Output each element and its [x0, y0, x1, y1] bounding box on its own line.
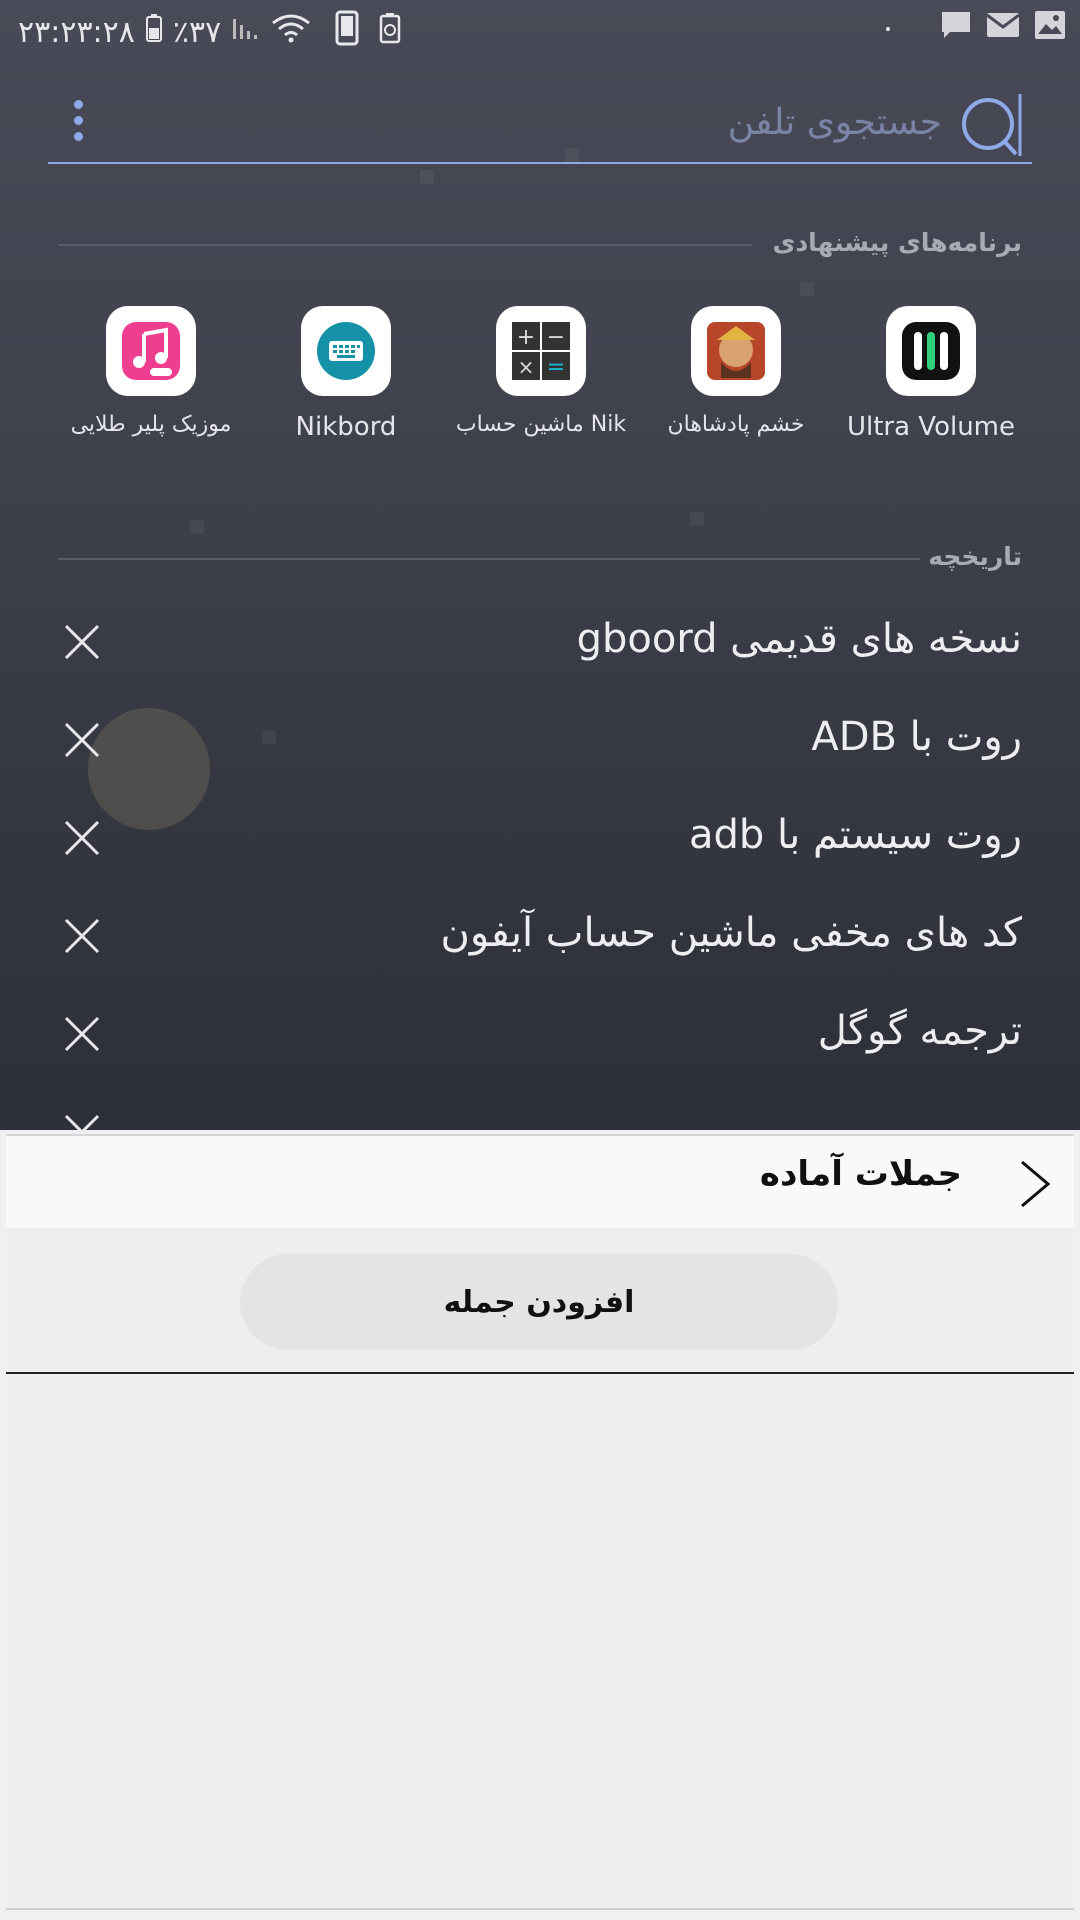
dot-icon	[886, 27, 890, 31]
chat-icon	[940, 10, 972, 48]
history-item-text[interactable]: روت سیستم با adb	[689, 812, 1022, 858]
phrases-header[interactable]: جملات آماده	[6, 1134, 1074, 1228]
close-icon[interactable]	[64, 1016, 100, 1052]
svg-text:−: −	[547, 325, 565, 350]
section-divider	[58, 558, 920, 560]
clock: ۲۳:۲۳:۲۸	[18, 14, 135, 50]
app-keyboard[interactable]: Nikbord	[246, 306, 446, 442]
app-label: خشم پادشاهان	[667, 412, 805, 437]
wifi-icon	[271, 13, 311, 51]
image-icon	[1034, 10, 1066, 48]
app-label: Nikbord	[295, 412, 397, 442]
history-item-text[interactable]: کد های مخفی ماشین حساب آیفون	[441, 910, 1022, 956]
close-icon[interactable]	[64, 1114, 100, 1130]
close-icon[interactable]	[64, 918, 100, 954]
phrases-body: افزودن جمله	[6, 1228, 1074, 1374]
music-icon	[106, 306, 196, 396]
svg-text:=: =	[547, 355, 565, 380]
app-label: Ultra Volume	[846, 412, 1016, 442]
search-bar	[48, 80, 1032, 164]
more-options-icon[interactable]	[72, 100, 84, 144]
suggested-apps-title: برنامه‌های پیشنهادی	[772, 228, 1022, 257]
status-left: ۲۳:۲۳:۲۸ ٪۳۷	[18, 10, 401, 54]
background-decoration	[420, 170, 434, 184]
app-label: ماشین حساب Nik	[455, 412, 627, 437]
history-item[interactable]: روت سیستم با adb	[0, 794, 1080, 892]
chevron-right-icon[interactable]	[1018, 1160, 1052, 1208]
recycle-battery-icon	[379, 12, 401, 52]
background-decoration	[190, 520, 204, 534]
app-label: موزیک پلیر طلایی	[70, 412, 232, 437]
search-icon[interactable]	[958, 86, 1024, 156]
status-bar: ۲۳:۲۳:۲۸ ٪۳۷	[0, 0, 1080, 60]
search-input[interactable]	[182, 94, 942, 150]
history-item-text[interactable]: نسخه های قدیمی gboord	[577, 616, 1022, 662]
signal-icon	[231, 13, 261, 51]
history-title: تاریخچه	[928, 542, 1022, 571]
app-game[interactable]: خشم پادشاهان	[636, 306, 836, 437]
battery-percent: ٪۳۷	[172, 14, 222, 50]
history-item[interactable]: ترجمه گوگل	[0, 990, 1080, 1088]
phone-icon	[335, 10, 359, 54]
background-decoration	[800, 282, 814, 296]
app-ultra-volume[interactable]: Ultra Volume	[831, 306, 1031, 442]
history-item[interactable]: کد های مخفی ماشین حساب آیفون	[0, 892, 1080, 990]
calculator-icon: + − × =	[496, 306, 586, 396]
history-item-text[interactable]: ترجمه گوگل	[818, 1008, 1022, 1054]
search-screen: ۲۳:۲۳:۲۸ ٪۳۷	[0, 0, 1080, 1130]
keyboard-icon	[301, 306, 391, 396]
ultra-volume-icon	[886, 306, 976, 396]
battery-icon	[145, 13, 163, 51]
svg-text:+: +	[517, 325, 535, 350]
suggested-apps: Ultra Volume خشم پادشاهان + − × = ماشین حسا…	[0, 306, 1080, 456]
svg-text:×: ×	[518, 355, 535, 379]
close-icon[interactable]	[64, 722, 100, 758]
status-right	[886, 10, 1066, 48]
close-icon[interactable]	[64, 624, 100, 660]
phrases-title: جملات آماده	[759, 1154, 962, 1194]
game-icon	[691, 306, 781, 396]
mail-icon	[986, 11, 1020, 47]
section-divider	[58, 244, 752, 246]
empty-area	[6, 1376, 1074, 1910]
history-item-text[interactable]: روت با ADB	[811, 714, 1022, 760]
background-decoration	[690, 512, 704, 526]
app-calculator[interactable]: + − × = ماشین حساب Nik	[441, 306, 641, 437]
add-phrase-button[interactable]: افزودن جمله	[240, 1254, 838, 1350]
close-icon[interactable]	[64, 820, 100, 856]
history-item[interactable]: روت با ADB	[0, 696, 1080, 794]
history-item[interactable]: نسخه های قدیمی gboord	[0, 598, 1080, 696]
app-music[interactable]: موزیک پلیر طلایی	[51, 306, 251, 437]
